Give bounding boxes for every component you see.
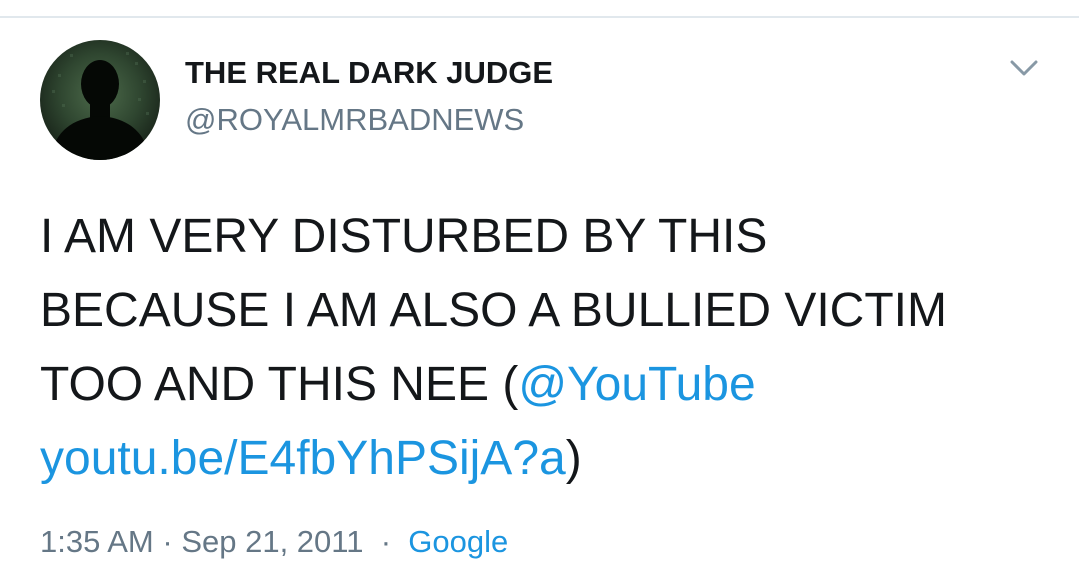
top-divider [0,16,1079,18]
meta-separator: · [162,524,173,559]
youtube-mention-link[interactable]: @YouTube [518,358,755,411]
avatar[interactable] [40,40,160,160]
tweet-source-link[interactable]: Google [408,524,508,559]
tweet-line-1: I AM VERY DISTURBED BY THIS [40,210,768,263]
tweet-text: I AM VERY DISTURBED BY THIS BECAUSE I AM … [40,200,1040,496]
avatar-silhouette-icon [50,52,150,160]
youtube-url-link[interactable]: youtu.be/E4fbYhPSijA?a [40,432,566,485]
user-handle[interactable]: @ROYALMRBADNEWS [185,102,524,138]
tweet-line-3: TOO AND THIS NEE ( [40,358,519,411]
chevron-down-icon[interactable] [1004,54,1044,82]
tweet-line-2: BECAUSE I AM ALSO A BULLIED VICTIM [40,284,947,337]
tweet-time[interactable]: 1:35 AM [40,524,154,559]
display-name[interactable]: THE REAL DARK JUDGE [185,55,553,91]
tweet-date[interactable]: Sep 21, 2011 [181,524,363,559]
meta-separator: · [380,524,392,559]
tweet-meta: 1:35 AM · Sep 21, 2011 · Google [40,524,508,560]
closing-paren: ) [565,432,582,485]
